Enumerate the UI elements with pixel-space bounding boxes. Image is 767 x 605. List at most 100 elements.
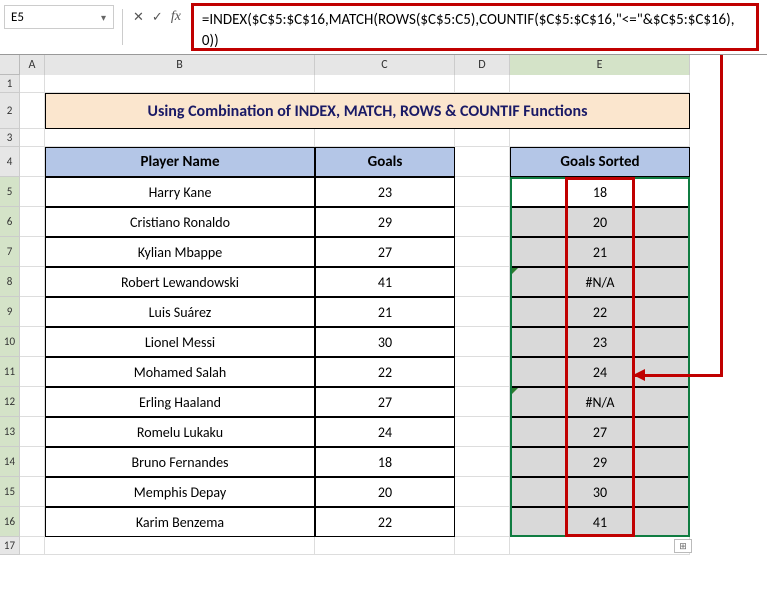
col-header-C[interactable]: C xyxy=(315,55,455,75)
row-header-13[interactable]: 13 xyxy=(0,417,20,447)
cell-D3[interactable] xyxy=(455,129,510,147)
player-name-cell[interactable]: Bruno Fernandes xyxy=(45,447,315,477)
sorted-goals-cell[interactable]: 20 xyxy=(510,207,690,237)
player-goals-cell[interactable]: 23 xyxy=(315,177,455,207)
fx-icon[interactable]: fx xyxy=(171,9,181,25)
cell-D16[interactable] xyxy=(455,507,510,537)
cell-C1[interactable] xyxy=(315,75,455,93)
row-header-2[interactable]: 2 xyxy=(0,93,20,129)
cell-A1[interactable] xyxy=(20,75,45,93)
sorted-goals-cell[interactable]: 41 xyxy=(510,507,690,537)
row-header-7[interactable]: 7 xyxy=(0,237,20,267)
cancel-icon[interactable]: ✕ xyxy=(133,10,144,25)
cell-A4[interactable] xyxy=(20,147,45,177)
row-header-9[interactable]: 9 xyxy=(0,297,20,327)
cell-D14[interactable] xyxy=(455,447,510,477)
cell-A9[interactable] xyxy=(20,297,45,327)
row-header-8[interactable]: 8 xyxy=(0,267,20,297)
cell-A14[interactable] xyxy=(20,447,45,477)
player-goals-cell[interactable]: 21 xyxy=(315,297,455,327)
player-name-cell[interactable]: Robert Lewandowski xyxy=(45,267,315,297)
player-goals-cell[interactable]: 18 xyxy=(315,447,455,477)
player-name-cell[interactable]: Memphis Depay xyxy=(45,477,315,507)
formula-bar-input[interactable]: =INDEX($C$5:$C$16,MATCH(ROWS($C$5:C5),CO… xyxy=(191,3,759,51)
row-header-5[interactable]: 5 xyxy=(0,177,20,207)
cell-D5[interactable] xyxy=(455,177,510,207)
row-header-14[interactable]: 14 xyxy=(0,447,20,477)
row-header-16[interactable]: 16 xyxy=(0,507,20,537)
cell-A2[interactable] xyxy=(20,93,45,129)
cell-A5[interactable] xyxy=(20,177,45,207)
col-header-E[interactable]: E xyxy=(510,55,690,75)
cell-D9[interactable] xyxy=(455,297,510,327)
player-goals-cell[interactable]: 24 xyxy=(315,417,455,447)
player-name-cell[interactable]: Karim Benzema xyxy=(45,507,315,537)
header-goals[interactable]: Goals xyxy=(315,147,455,177)
player-name-cell[interactable]: Romelu Lukaku xyxy=(45,417,315,447)
cell-D17[interactable] xyxy=(455,537,510,555)
sorted-goals-cell[interactable]: 23 xyxy=(510,327,690,357)
row-header-11[interactable]: 11 xyxy=(0,357,20,387)
cell-D6[interactable] xyxy=(455,207,510,237)
cell-D12[interactable] xyxy=(455,387,510,417)
name-box-input[interactable] xyxy=(11,10,71,25)
cell-D15[interactable] xyxy=(455,477,510,507)
cell-A17[interactable] xyxy=(20,537,45,555)
player-goals-cell[interactable]: 41 xyxy=(315,267,455,297)
sorted-goals-cell[interactable]: #N/A xyxy=(510,267,690,297)
select-all-corner[interactable] xyxy=(0,55,20,75)
player-name-cell[interactable]: Lionel Messi xyxy=(45,327,315,357)
cell-E17[interactable] xyxy=(510,537,690,555)
cell-D1[interactable] xyxy=(455,75,510,93)
cell-A12[interactable] xyxy=(20,387,45,417)
sorted-goals-cell[interactable]: 29 xyxy=(510,447,690,477)
cell-A13[interactable] xyxy=(20,417,45,447)
cell-D11[interactable] xyxy=(455,357,510,387)
error-indicator-icon[interactable] xyxy=(511,268,518,275)
error-indicator-icon[interactable] xyxy=(511,388,518,395)
col-header-A[interactable]: A xyxy=(20,55,45,75)
sorted-goals-cell[interactable]: 22 xyxy=(510,297,690,327)
cell-D4[interactable] xyxy=(455,147,510,177)
player-goals-cell[interactable]: 22 xyxy=(315,507,455,537)
cell-A7[interactable] xyxy=(20,237,45,267)
cell-E1[interactable] xyxy=(510,75,690,93)
cell-A11[interactable] xyxy=(20,357,45,387)
cell-E3[interactable] xyxy=(510,129,690,147)
player-name-cell[interactable]: Mohamed Salah xyxy=(45,357,315,387)
cell-C17[interactable] xyxy=(315,537,455,555)
player-goals-cell[interactable]: 30 xyxy=(315,327,455,357)
title-cell[interactable]: Using Combination of INDEX, MATCH, ROWS … xyxy=(45,93,690,129)
cell-A16[interactable] xyxy=(20,507,45,537)
confirm-icon[interactable]: ✓ xyxy=(152,10,163,25)
cell-A3[interactable] xyxy=(20,129,45,147)
sorted-goals-cell[interactable]: 30 xyxy=(510,477,690,507)
sorted-goals-cell[interactable]: #N/A xyxy=(510,387,690,417)
sorted-goals-cell[interactable]: 21 xyxy=(510,237,690,267)
sorted-goals-cell[interactable]: 24 xyxy=(510,357,690,387)
player-goals-cell[interactable]: 29 xyxy=(315,207,455,237)
player-name-cell[interactable]: Luis Suárez xyxy=(45,297,315,327)
cell-B1[interactable] xyxy=(45,75,315,93)
player-goals-cell[interactable]: 22 xyxy=(315,357,455,387)
player-name-cell[interactable]: Kylian Mbappe xyxy=(45,237,315,267)
cell-A15[interactable] xyxy=(20,477,45,507)
name-box-wrap[interactable]: ▾ xyxy=(4,5,114,29)
sorted-goals-cell[interactable]: 27 xyxy=(510,417,690,447)
cell-B17[interactable] xyxy=(45,537,315,555)
cell-D13[interactable] xyxy=(455,417,510,447)
cell-D10[interactable] xyxy=(455,327,510,357)
row-header-4[interactable]: 4 xyxy=(0,147,20,177)
player-goals-cell[interactable]: 20 xyxy=(315,477,455,507)
cell-D8[interactable] xyxy=(455,267,510,297)
cell-A10[interactable] xyxy=(20,327,45,357)
cell-D7[interactable] xyxy=(455,237,510,267)
col-header-D[interactable]: D xyxy=(455,55,510,75)
row-header-6[interactable]: 6 xyxy=(0,207,20,237)
cell-C3[interactable] xyxy=(315,129,455,147)
header-player-name[interactable]: Player Name xyxy=(45,147,315,177)
row-header-1[interactable]: 1 xyxy=(0,75,20,93)
cell-A8[interactable] xyxy=(20,267,45,297)
row-header-15[interactable]: 15 xyxy=(0,477,20,507)
player-name-cell[interactable]: Erling Haaland xyxy=(45,387,315,417)
